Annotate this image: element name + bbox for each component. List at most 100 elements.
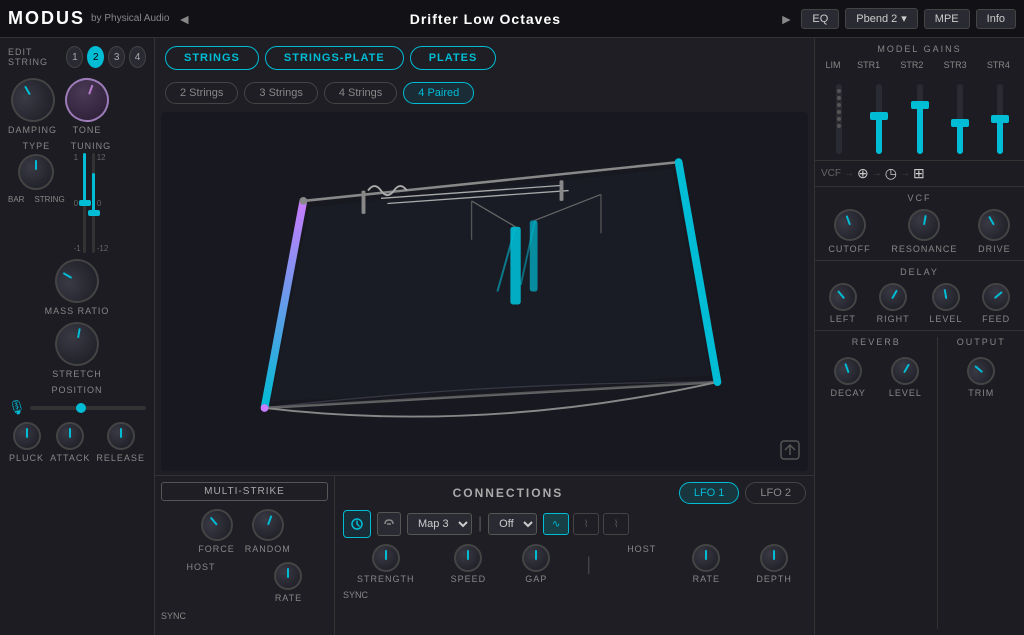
four-strings-btn[interactable]: 4 Strings bbox=[324, 82, 397, 104]
vcf-resonance-knob[interactable] bbox=[906, 206, 943, 243]
output-title: OUTPUT bbox=[944, 337, 1018, 347]
str1-fader-thumb[interactable] bbox=[870, 112, 888, 120]
damping-knob[interactable] bbox=[2, 70, 62, 130]
delay-right-knob[interactable] bbox=[874, 278, 912, 316]
ms-rate-knob[interactable] bbox=[274, 562, 302, 590]
attack-label: ATTACK bbox=[50, 453, 90, 463]
fx-chain-row: VCF → ⊕ → ◷ → ⊞ bbox=[815, 161, 1024, 187]
tuning-slider-2-thumb[interactable] bbox=[88, 210, 100, 216]
type-knob[interactable] bbox=[18, 154, 54, 190]
tone-knob[interactable] bbox=[59, 72, 115, 128]
string-btn-1[interactable]: 1 bbox=[66, 46, 83, 68]
conn-divider: | bbox=[478, 515, 482, 533]
lim-fader-group bbox=[821, 84, 857, 154]
mpe-button[interactable]: MPE bbox=[924, 9, 970, 29]
gains-header: LIM STR1 STR2 STR3 STR4 bbox=[821, 60, 1018, 70]
conn-rate-knob[interactable] bbox=[692, 544, 720, 572]
map-select[interactable]: Map 3 bbox=[407, 513, 472, 535]
conn-link-btn[interactable] bbox=[377, 512, 401, 536]
depth-knob[interactable] bbox=[760, 544, 788, 572]
reverb-decay-knob[interactable] bbox=[830, 353, 866, 389]
four-paired-btn[interactable]: 4 Paired bbox=[403, 82, 474, 104]
lim-fader[interactable] bbox=[836, 84, 842, 154]
stretch-knob[interactable] bbox=[52, 319, 103, 370]
reverb-decay-label: DECAY bbox=[831, 388, 866, 398]
delay-feed-knob[interactable] bbox=[976, 277, 1015, 316]
app-logo: MODUS bbox=[8, 8, 85, 29]
string-btn-2[interactable]: 2 bbox=[87, 46, 104, 68]
nav-right-arrow[interactable]: ► bbox=[772, 7, 802, 31]
model-gains-title: MODEL GAINS bbox=[821, 44, 1018, 54]
pluck-knob[interactable] bbox=[13, 422, 41, 450]
wave-sine-btn[interactable]: ∿ bbox=[543, 513, 569, 535]
output-trim-knob[interactable] bbox=[961, 351, 1000, 390]
str3-fader-thumb[interactable] bbox=[951, 119, 969, 127]
delay-knobs: LEFT RIGHT LEVEL FEED bbox=[821, 283, 1018, 324]
damping-tone-row: DAMPING TONE bbox=[8, 78, 146, 135]
vcf-knobs: CUTOFF RESONANCE DRIVE bbox=[821, 209, 1018, 254]
nav-left-arrow[interactable]: ◄ bbox=[169, 7, 199, 31]
reverb-level-knob[interactable] bbox=[886, 352, 924, 390]
share-icon[interactable] bbox=[780, 440, 800, 463]
vcf-drive-knob[interactable] bbox=[973, 203, 1017, 247]
edit-string-row: EDIT STRING 1 2 3 4 bbox=[8, 46, 146, 68]
delay-feed-label: FEED bbox=[982, 314, 1010, 324]
tabs-row: STRINGS STRINGS-PLATE PLATES bbox=[155, 38, 814, 78]
position-row: 🎙 bbox=[8, 399, 146, 416]
str1-fader[interactable] bbox=[876, 84, 882, 154]
ms-rate-label: RATE bbox=[275, 593, 302, 603]
delay-level-knob[interactable] bbox=[930, 281, 962, 313]
tuning-slider-2-track[interactable] bbox=[92, 153, 95, 253]
speed-knob[interactable] bbox=[454, 544, 482, 572]
three-strings-btn[interactable]: 3 Strings bbox=[244, 82, 317, 104]
wave-tri-btn[interactable]: ⌇ bbox=[573, 513, 599, 535]
force-knob[interactable] bbox=[194, 502, 239, 547]
two-strings-btn[interactable]: 2 Strings bbox=[165, 82, 238, 104]
mass-ratio-knob[interactable] bbox=[47, 251, 107, 311]
fx-arrow-2: → bbox=[872, 168, 882, 179]
string-btn-4[interactable]: 4 bbox=[129, 46, 146, 68]
off-select[interactable]: Off bbox=[488, 513, 537, 535]
tuning-slider-1-track[interactable] bbox=[83, 153, 86, 253]
tuning-slider-1-thumb[interactable] bbox=[79, 200, 91, 206]
str3-fader[interactable] bbox=[957, 84, 963, 154]
lfo2-btn[interactable]: LFO 2 bbox=[745, 482, 806, 504]
conn-sync-label: SYNC bbox=[343, 590, 368, 600]
damping-group: DAMPING bbox=[8, 78, 57, 135]
right-panel: MODEL GAINS LIM STR1 STR2 STR3 STR4 bbox=[814, 38, 1024, 635]
vcf-cutoff-knob[interactable] bbox=[829, 204, 870, 245]
info-button[interactable]: Info bbox=[976, 9, 1016, 29]
str4-fader[interactable] bbox=[997, 84, 1003, 154]
tuning-label: TUNING bbox=[71, 141, 112, 151]
tab-plates[interactable]: PLATES bbox=[410, 46, 497, 70]
output-trim-group: TRIM bbox=[967, 357, 995, 398]
speed-label: SPEED bbox=[451, 574, 487, 584]
string-btn-3[interactable]: 3 bbox=[108, 46, 125, 68]
delay-left-knob[interactable] bbox=[823, 277, 862, 316]
wave-rand-btn[interactable]: ⌇ bbox=[603, 513, 629, 535]
conn-trigger-btn[interactable] bbox=[343, 510, 371, 538]
random-group: RANDOM bbox=[245, 509, 291, 554]
stretch-label: STRETCH bbox=[52, 369, 102, 379]
lfo1-btn[interactable]: LFO 1 bbox=[679, 482, 740, 504]
attack-knob[interactable] bbox=[56, 422, 84, 450]
delay-section: DELAY LEFT RIGHT LEVEL bbox=[815, 261, 1024, 331]
gap-knob[interactable] bbox=[522, 544, 550, 572]
vcf-cutoff-group: CUTOFF bbox=[828, 209, 870, 254]
str4-fader-thumb[interactable] bbox=[991, 115, 1009, 123]
model-gains-section: MODEL GAINS LIM STR1 STR2 STR3 STR4 bbox=[815, 38, 1024, 161]
wave-btns: ∿ ⌇ ⌇ bbox=[543, 513, 629, 535]
fx-vcf-label: VCF bbox=[821, 168, 841, 179]
tab-strings[interactable]: STRINGS bbox=[165, 46, 259, 70]
gains-sliders bbox=[821, 74, 1018, 154]
release-knob[interactable] bbox=[107, 422, 135, 450]
str2-fader[interactable] bbox=[917, 84, 923, 154]
tab-strings-plate[interactable]: STRINGS-PLATE bbox=[265, 46, 404, 70]
pbend-button[interactable]: Pbend 2 ▾ bbox=[845, 8, 918, 29]
strength-knob[interactable] bbox=[372, 544, 400, 572]
random-knob[interactable] bbox=[247, 504, 288, 545]
eq-button[interactable]: EQ bbox=[801, 9, 839, 29]
position-slider[interactable] bbox=[30, 406, 146, 410]
position-thumb[interactable] bbox=[76, 403, 86, 413]
str2-fader-thumb[interactable] bbox=[911, 101, 929, 109]
